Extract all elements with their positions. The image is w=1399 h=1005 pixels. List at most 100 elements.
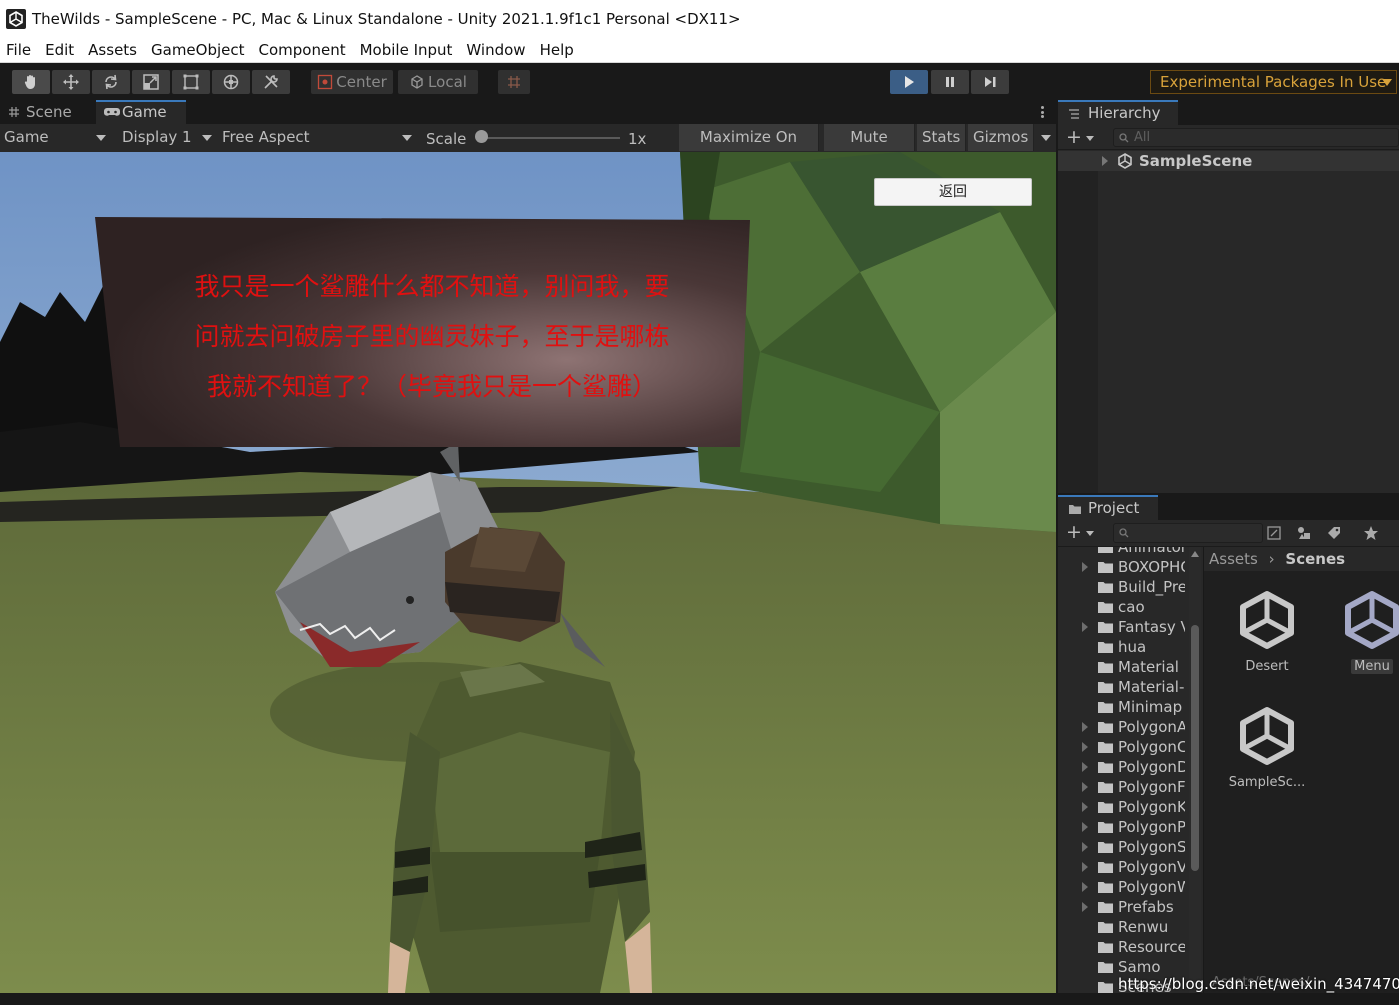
menu-help[interactable]: Help (533, 38, 581, 63)
menu-file[interactable]: File (0, 38, 38, 63)
folder-tree-item[interactable]: Animator (1058, 547, 1203, 557)
dropdown-arrow-icon[interactable] (1086, 136, 1094, 141)
hand-tool-button[interactable] (12, 70, 50, 94)
hand-icon (24, 75, 35, 89)
menu-window[interactable]: Window (459, 38, 532, 63)
pivot-local-toggle[interactable]: Local (398, 70, 478, 94)
menu-component[interactable]: Component (252, 38, 353, 63)
gizmos-button[interactable]: Gizmos (968, 124, 1034, 151)
tab-hierarchy[interactable]: Hierarchy (1058, 100, 1178, 125)
menu-gameobject[interactable]: GameObject (144, 38, 252, 63)
scale-slider-handle[interactable] (475, 130, 488, 143)
expand-arrow-icon[interactable] (1082, 882, 1088, 892)
panel-menu-icon[interactable] (1041, 106, 1044, 118)
folder-tree-scrollbar[interactable] (1189, 547, 1201, 995)
gizmos-dropdown[interactable] (1034, 124, 1054, 151)
favorite-star-icon[interactable] (1363, 525, 1379, 541)
asset-samplescene[interactable]: SampleSc... (1217, 705, 1317, 790)
folder-tree-label: Fantasy Vikings (1118, 618, 1185, 636)
unity-scene-icon (1118, 153, 1132, 169)
expand-arrow-icon[interactable] (1082, 802, 1088, 812)
folder-tree-item[interactable]: PolygonSamurai (1058, 837, 1203, 857)
folder-tree-item[interactable]: Resources (1058, 937, 1203, 957)
expand-arrow-icon[interactable] (1082, 902, 1088, 912)
folder-tree-item[interactable]: PolygonVikings (1058, 857, 1203, 877)
breadcrumb-assets[interactable]: Assets (1209, 550, 1258, 568)
folder-tree-item[interactable]: PolygonFantasy (1058, 777, 1203, 797)
unity-logo-icon (6, 9, 26, 29)
scale-tool-button[interactable] (132, 70, 170, 94)
expand-arrow-icon[interactable] (1082, 762, 1088, 772)
hierarchy-search-input[interactable]: All (1113, 128, 1399, 147)
mute-audio-button[interactable]: Mute Audio (824, 124, 915, 173)
folder-tree-item[interactable]: cao (1058, 597, 1203, 617)
hierarchy-item-samplescene[interactable]: SampleScene (1058, 151, 1399, 171)
folder-tree-item[interactable]: hua (1058, 637, 1203, 657)
display-mode-dropdown[interactable]: Game (0, 124, 110, 151)
add-object-icon[interactable]: + (1066, 128, 1082, 147)
tab-scene[interactable]: Scene (0, 100, 94, 124)
back-button[interactable]: 返回 (874, 178, 1032, 206)
expand-arrow-icon[interactable] (1082, 622, 1088, 632)
scroll-up-icon[interactable] (1191, 551, 1199, 557)
transform-tool-button[interactable] (212, 70, 250, 94)
tab-game[interactable]: Game (96, 100, 186, 124)
folder-tree-item[interactable]: PolygonDungeon (1058, 757, 1203, 777)
grid-snap-button[interactable] (498, 70, 530, 94)
move-tool-button[interactable] (52, 70, 90, 94)
project-search-input[interactable] (1113, 523, 1263, 543)
display-dropdown[interactable]: Display 1 (118, 124, 216, 151)
expand-arrow-icon[interactable] (1082, 722, 1088, 732)
menu-assets[interactable]: Assets (81, 38, 144, 63)
dropdown-arrow-icon[interactable] (1086, 531, 1094, 536)
folder-tree-item[interactable]: Material (1058, 657, 1203, 677)
rect-tool-button[interactable] (172, 70, 210, 94)
folder-tree-item[interactable]: Renwu (1058, 917, 1203, 937)
folder-tree-item[interactable]: PolygonAdventure (1058, 717, 1203, 737)
rotate-tool-button[interactable] (92, 70, 130, 94)
expand-arrow-icon[interactable] (1082, 822, 1088, 832)
folder-icon (1098, 742, 1113, 753)
folder-tree-item[interactable]: PolygonWestern (1058, 877, 1203, 897)
menu-mobile-input[interactable]: Mobile Input (353, 38, 460, 63)
aspect-dropdown[interactable]: Free Aspect (218, 124, 416, 151)
expand-arrow-icon[interactable] (1082, 782, 1088, 792)
expand-arrow-icon[interactable] (1102, 156, 1108, 166)
folder-tree-item[interactable]: Samo (1058, 957, 1203, 977)
folder-tree-item[interactable]: Minimap (1058, 697, 1203, 717)
pivot-center-toggle[interactable]: Center (311, 70, 393, 94)
folder-tree-item[interactable]: PolygonKnights (1058, 797, 1203, 817)
stats-button[interactable]: Stats (917, 124, 966, 151)
play-button[interactable] (890, 70, 928, 94)
menu-edit[interactable]: Edit (38, 38, 81, 63)
game-viewport[interactable]: 我只是一个鲨雕什么都不知道，别问我，要 问就去问破房子里的幽灵妹子，至于是哪栋 … (0, 152, 1056, 993)
expand-arrow-icon[interactable] (1082, 862, 1088, 872)
asset-menu[interactable]: Menu (1322, 589, 1399, 674)
step-button[interactable] (971, 70, 1009, 94)
scale-slider-track[interactable] (482, 137, 620, 139)
tab-project[interactable]: Project (1058, 495, 1158, 520)
create-asset-icon[interactable]: + (1066, 523, 1082, 542)
custom-tool-button[interactable] (252, 70, 290, 94)
experimental-packages-dropdown[interactable]: Experimental Packages In Use (1150, 70, 1397, 94)
expand-arrow-icon[interactable] (1082, 562, 1088, 572)
folder-tree-item[interactable]: Fantasy Vikings (1058, 617, 1203, 637)
folder-tree-item[interactable]: PolygonCity (1058, 737, 1203, 757)
folder-tree-item[interactable]: Material- (1058, 677, 1203, 697)
pause-button[interactable] (931, 70, 969, 94)
hierarchy-item-label: SampleScene (1139, 152, 1253, 170)
folder-tree-item[interactable]: BOXOPHOBIC (1058, 557, 1203, 577)
maximize-on-play-button[interactable]: Maximize On Play (679, 124, 819, 173)
scrollbar-thumb[interactable] (1191, 625, 1199, 871)
breadcrumb-scenes[interactable]: Scenes (1285, 550, 1345, 568)
folder-tree-item[interactable]: Build_Presets (1058, 577, 1203, 597)
expand-arrow-icon[interactable] (1082, 842, 1088, 852)
folder-tree-item[interactable]: Prefabs (1058, 897, 1203, 917)
expand-arrow-icon[interactable] (1082, 742, 1088, 752)
search-by-type-icon[interactable] (1266, 525, 1282, 541)
filter-by-label-icon[interactable] (1326, 525, 1342, 541)
filter-by-type-icon[interactable] (1296, 525, 1312, 541)
folder-tree-item[interactable]: PolygonPirates (1058, 817, 1203, 837)
asset-desert[interactable]: Desert (1217, 589, 1317, 674)
folder-icon (1098, 602, 1113, 613)
